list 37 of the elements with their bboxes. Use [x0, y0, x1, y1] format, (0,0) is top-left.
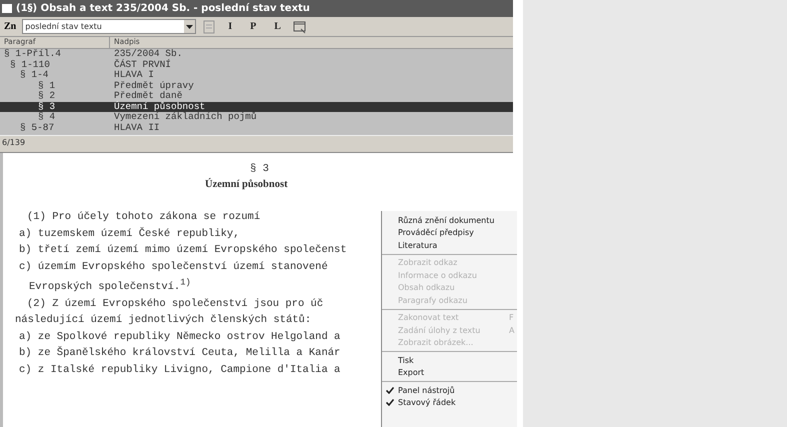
window-title: (1§) Obsah a text 235/2004 Sb. - poslední stav textu	[16, 3, 310, 14]
document-text: Evropských společenství.$^{1)}$	[29, 280, 191, 292]
menu-item[interactable]: Literatura	[382, 239, 517, 252]
window-icon	[2, 4, 12, 13]
document-text: b) ze Španělského království Ceuta, Melilla a Kanár	[19, 347, 340, 359]
tree-row[interactable]: § 4 Vymezení základních pojmů	[0, 112, 513, 122]
tree-row[interactable]: § 3 Územní působnost	[0, 102, 513, 112]
document-text: b) třetí zemí území mimo území Evropského společenst	[19, 244, 347, 256]
tree-row[interactable]: § 5-87 HLAVA II	[0, 122, 513, 133]
document-text: a) ze Spolkové republiky Německo ostrov Helgoland a	[19, 330, 340, 342]
version-select[interactable]: poslední stav textu	[22, 19, 196, 34]
menu-item[interactable]: Různá znění dokumentu	[382, 214, 517, 226]
menu-item[interactable]: Stavový řádek	[382, 396, 517, 409]
menu-item[interactable]: Export	[382, 366, 517, 379]
document-text: c) z Italské republiky Livigno, Campione d'Italia a	[19, 364, 340, 376]
document-text: (1) Pro účely tohoto zákona se rozumí	[27, 211, 260, 223]
window-icon[interactable]	[292, 20, 307, 34]
record-counter: 6/139	[2, 138, 26, 147]
toolbar-button[interactable]: I	[222, 21, 238, 32]
tree-row[interactable]: § 2 Předmět daně	[0, 91, 513, 102]
toolbar-button[interactable]: P	[244, 21, 262, 32]
section-heading: § 3	[250, 163, 269, 175]
dropdown-icon	[184, 20, 196, 33]
document-text: c) územím Evropského společenství území stanovené	[19, 260, 328, 272]
section-title: Územní působnost	[205, 179, 288, 190]
menu-item[interactable]: Prováděcí předpisy	[382, 226, 517, 239]
tree-row[interactable]: § 1-4 HLAVA I	[0, 70, 513, 80]
toolbar-button[interactable]: L	[268, 21, 287, 32]
tree-row[interactable]: § 1 Předmět úpravy	[0, 80, 513, 91]
document-text: následující území jednotlivých členských států:	[15, 314, 312, 326]
document-text: a) tuzemskem území České republiky,	[19, 228, 240, 240]
menu-item[interactable]: Panel nástrojů	[382, 384, 517, 396]
document-text: (2) Z území Evropského společenství jsou pro úč	[27, 298, 324, 310]
tree-row[interactable]: § 1-Příl.4 235/2004 Sb.	[0, 49, 513, 60]
menu-item[interactable]: Tisk	[382, 354, 517, 366]
tree-row[interactable]: § 1-110 ČÁST PRVNÍ	[0, 60, 513, 70]
zn-label: Zn	[4, 21, 16, 32]
